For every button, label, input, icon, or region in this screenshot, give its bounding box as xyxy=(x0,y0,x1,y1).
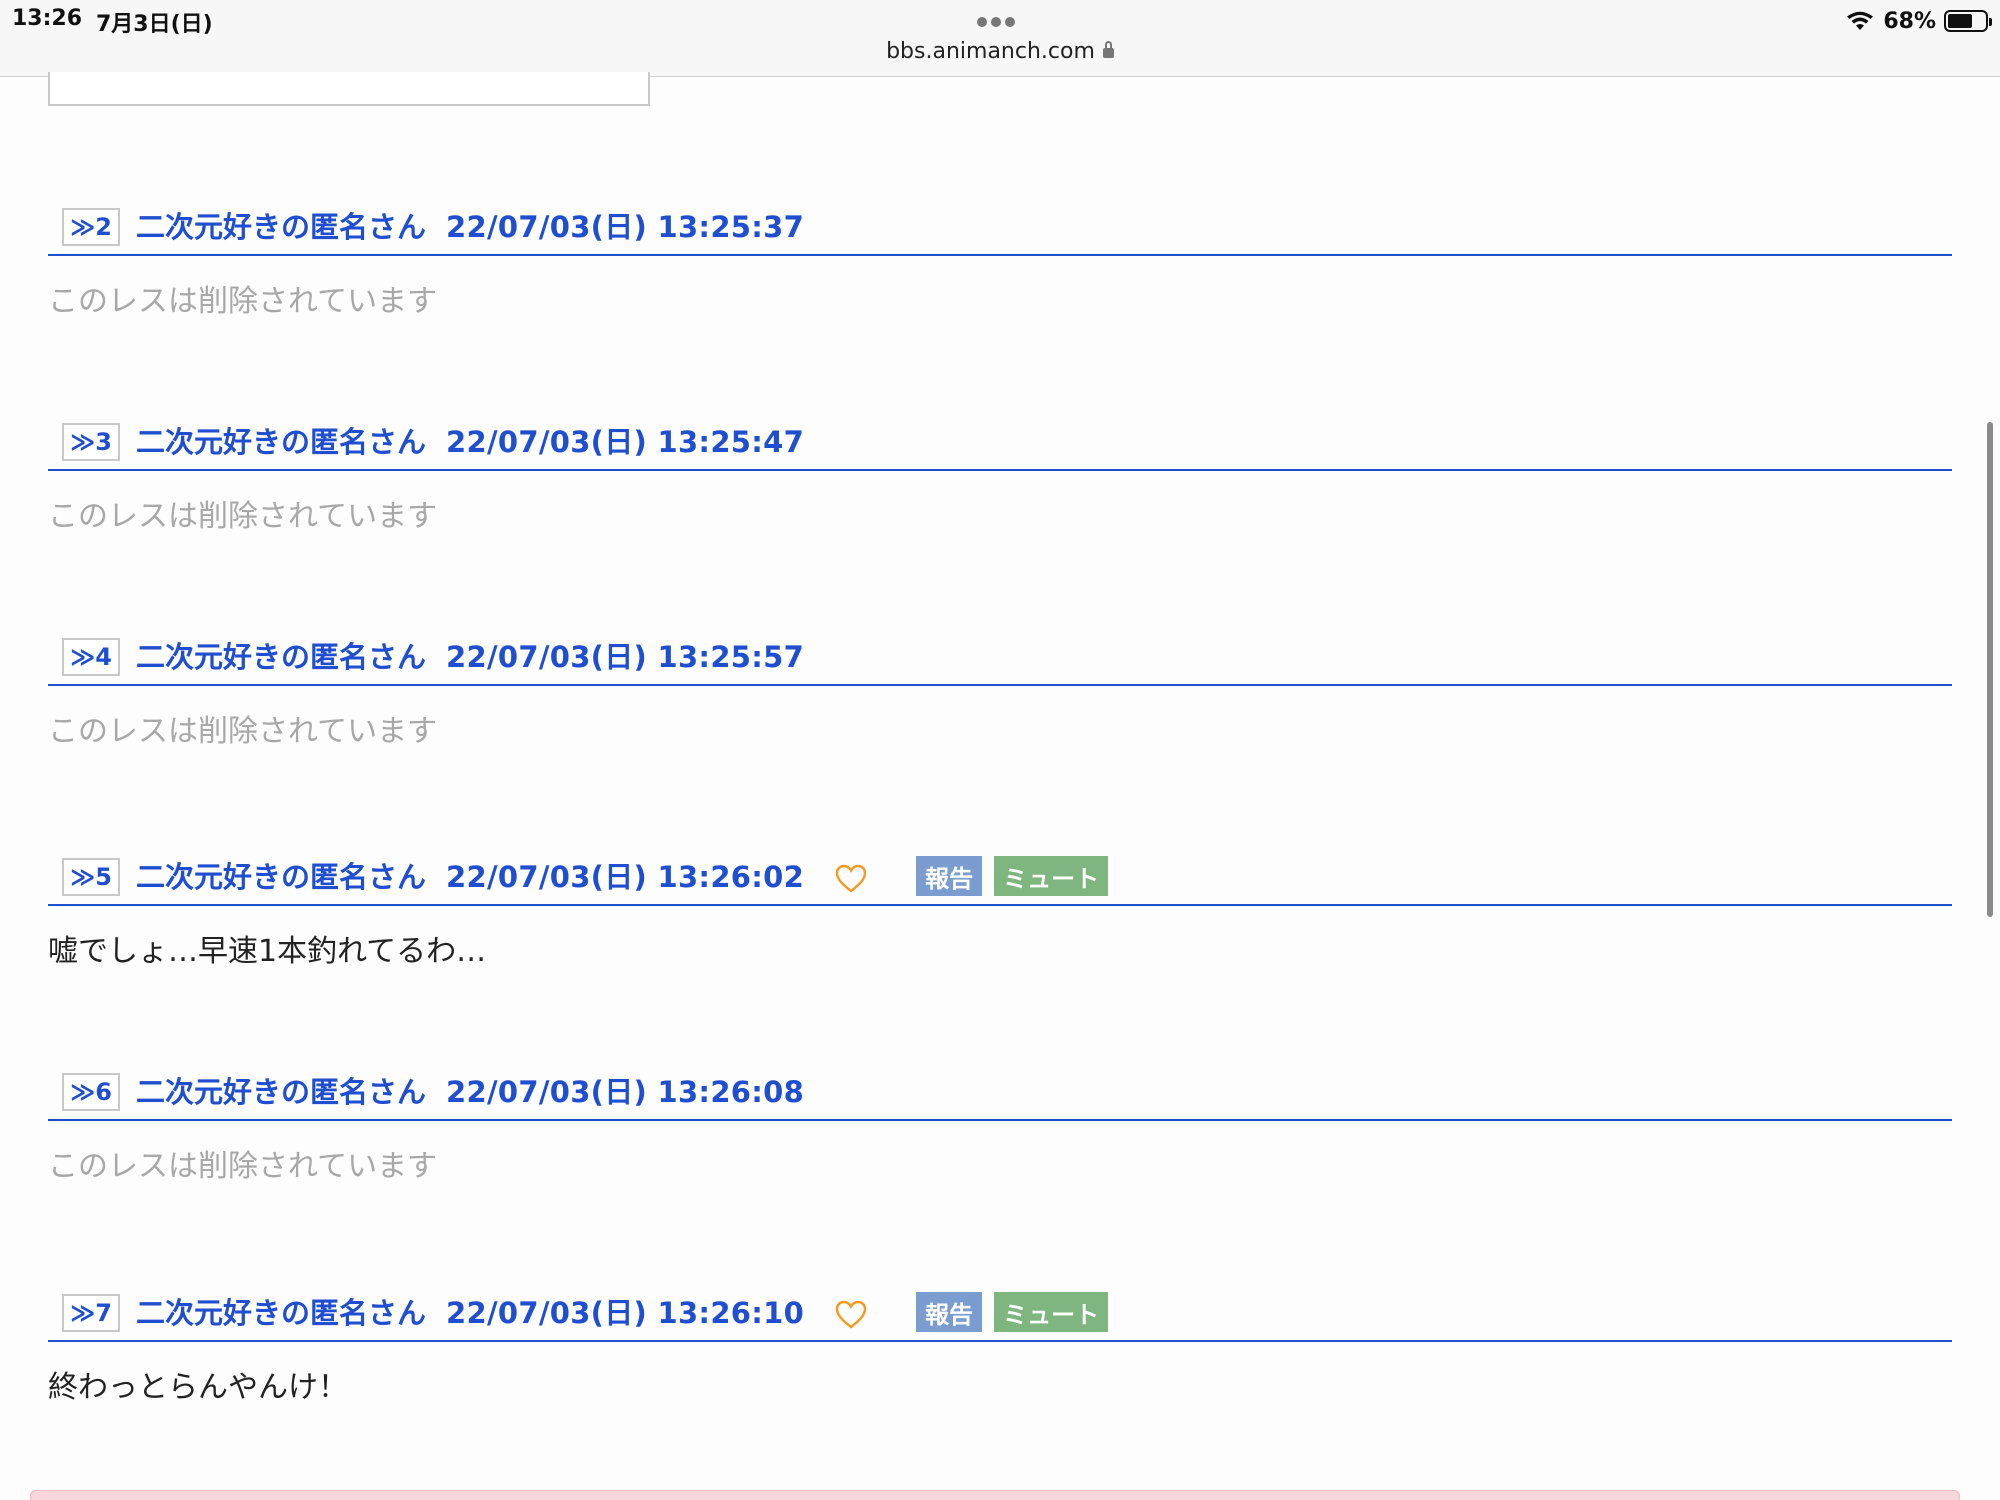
report-button[interactable]: 報告 xyxy=(916,856,983,896)
post-header: ≫6 二次元好きの匿名さん 22/07/03(日) 13:26:08 xyxy=(48,1073,1952,1121)
post-body: 嘘でしょ…早速1本釣れてるわ… xyxy=(48,934,487,969)
mute-button[interactable]: ミュート xyxy=(994,856,1109,896)
post-body: このレスは削除されています xyxy=(48,1149,438,1184)
post-date: 22/07/03(日) 13:25:47 xyxy=(446,425,805,459)
post-number-link[interactable]: ≫2 xyxy=(62,208,120,246)
thread-page: ≫2 二次元好きの匿名さん 22/07/03(日) 13:25:37 このレスは… xyxy=(0,72,2000,1500)
status-indicators: 68% xyxy=(1845,4,1992,38)
post-date: 22/07/03(日) 13:25:57 xyxy=(446,640,805,674)
battery-percent: 68% xyxy=(1883,8,1936,34)
lock-icon xyxy=(1102,41,1114,58)
address-bar[interactable]: bbs.animanch.com xyxy=(0,39,2000,64)
report-button[interactable]: 報告 xyxy=(916,1292,983,1332)
poster-name: 二次元好きの匿名さん xyxy=(136,640,427,674)
post-header: ≫5 二次元好きの匿名さん 22/07/03(日) 13:26:02 報告 ミュ… xyxy=(48,856,1952,906)
previous-post-box xyxy=(48,72,650,106)
post-header: ≫7 二次元好きの匿名さん 22/07/03(日) 13:26:10 報告 ミュ… xyxy=(48,1292,1952,1342)
reply-banner[interactable] xyxy=(30,1490,1960,1500)
post-date: 22/07/03(日) 13:26:02 xyxy=(446,860,805,894)
post-number-link[interactable]: ≫3 xyxy=(62,423,120,461)
heart-icon[interactable] xyxy=(834,862,868,896)
poster-name: 二次元好きの匿名さん xyxy=(136,1296,427,1330)
post: ≫7 二次元好きの匿名さん 22/07/03(日) 13:26:10 報告 ミュ… xyxy=(48,1292,1952,1406)
status-time: 13:26 xyxy=(12,6,83,31)
status-bar: 13:26 7月3日(日) bbs.animanch.com 68% xyxy=(0,0,2000,77)
status-date: 7月3日(日) xyxy=(96,12,213,37)
post-body: このレスは削除されています xyxy=(48,714,438,749)
poster-name: 二次元好きの匿名さん xyxy=(136,425,427,459)
battery-icon xyxy=(1944,10,1992,32)
post-body: このレスは削除されています xyxy=(48,499,438,534)
post-number-link[interactable]: ≫7 xyxy=(62,1294,120,1332)
mute-button[interactable]: ミュート xyxy=(994,1292,1109,1332)
post: ≫6 二次元好きの匿名さん 22/07/03(日) 13:26:08 このレスは… xyxy=(48,1073,1952,1185)
post: ≫4 二次元好きの匿名さん 22/07/03(日) 13:25:57 このレスは… xyxy=(48,638,1952,750)
post: ≫3 二次元好きの匿名さん 22/07/03(日) 13:25:47 このレスは… xyxy=(48,423,1952,535)
post-date: 22/07/03(日) 13:26:10 xyxy=(446,1296,805,1330)
url-text: bbs.animanch.com xyxy=(886,39,1095,64)
post-header: ≫3 二次元好きの匿名さん 22/07/03(日) 13:25:47 xyxy=(48,423,1952,471)
post-body: このレスは削除されています xyxy=(48,284,438,319)
poster-name: 二次元好きの匿名さん xyxy=(136,1075,427,1109)
wifi-icon xyxy=(1847,11,1874,30)
post-number-link[interactable]: ≫6 xyxy=(62,1073,120,1111)
post-number-link[interactable]: ≫4 xyxy=(62,638,120,676)
scrollbar[interactable] xyxy=(1987,422,1993,917)
post-header: ≫2 二次元好きの匿名さん 22/07/03(日) 13:25:37 xyxy=(48,208,1952,256)
poster-name: 二次元好きの匿名さん xyxy=(136,860,427,894)
poster-name: 二次元好きの匿名さん xyxy=(136,210,427,244)
post-date: 22/07/03(日) 13:26:08 xyxy=(446,1075,805,1109)
post-date: 22/07/03(日) 13:25:37 xyxy=(446,210,805,244)
post-header: ≫4 二次元好きの匿名さん 22/07/03(日) 13:25:57 xyxy=(48,638,1952,686)
post: ≫2 二次元好きの匿名さん 22/07/03(日) 13:25:37 このレスは… xyxy=(48,208,1952,320)
heart-icon[interactable] xyxy=(834,1298,868,1332)
post-number-link[interactable]: ≫5 xyxy=(62,858,120,896)
post: ≫5 二次元好きの匿名さん 22/07/03(日) 13:26:02 報告 ミュ… xyxy=(48,856,1952,970)
more-dots-icon[interactable] xyxy=(977,12,1023,32)
post-body: 終わっとらんやんけ！ xyxy=(48,1370,348,1405)
